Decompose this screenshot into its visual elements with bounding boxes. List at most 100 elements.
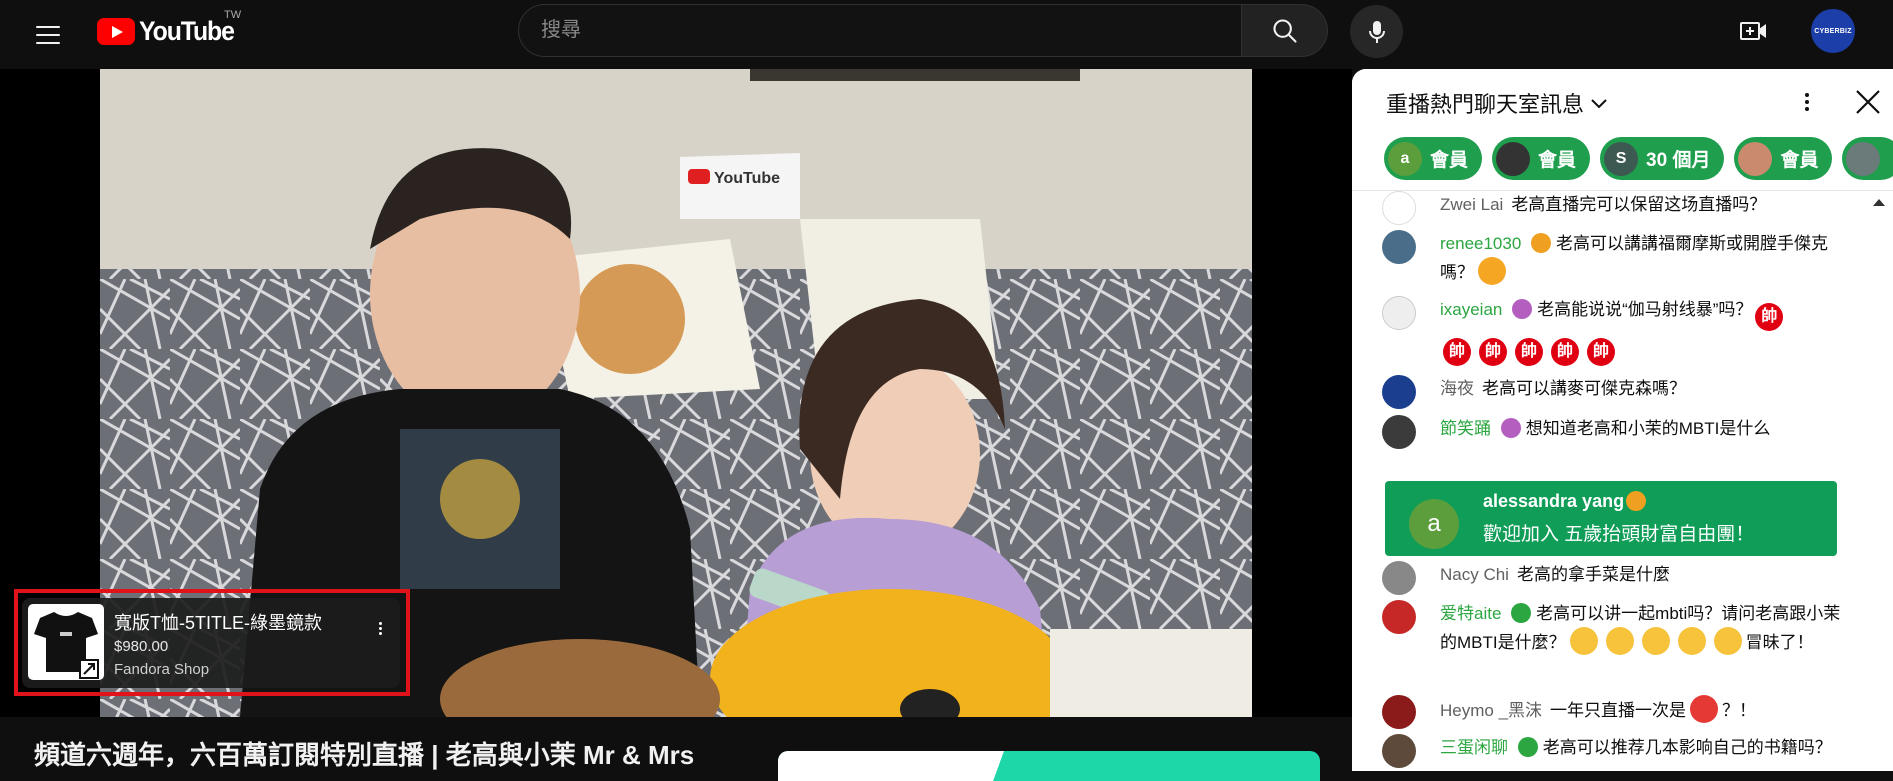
- masthead: YouTube TW CYBERBIZ: [0, 0, 1893, 69]
- join-author-name: alessandra yang: [1483, 491, 1625, 511]
- member-badge-icon: [1512, 299, 1533, 319]
- shuai-emoji-icon: 帥: [1515, 338, 1543, 366]
- avatar: [1382, 600, 1416, 634]
- youtube-play-icon: [97, 17, 135, 45]
- avatar: a: [1409, 499, 1459, 549]
- ticker-chip[interactable]: 會員: [1734, 137, 1833, 180]
- yawn-emoji-icon: [1569, 627, 1598, 655]
- shuai-emoji-icon: 帥: [1551, 338, 1579, 366]
- chat-message: renee1030 老高可以講講福爾摩斯或開膛手傑克嗎？: [1382, 230, 1852, 286]
- ticker-chip[interactable]: a 會員: [1384, 137, 1483, 180]
- ticker-chip[interactable]: 會員: [1492, 137, 1591, 180]
- chat-message: Zwei Lai 老高直播完可以保留这场直播吗？: [1382, 191, 1852, 225]
- author-name[interactable]: ixayeian: [1440, 300, 1502, 319]
- shuai-emoji-icon: 帥: [1587, 338, 1615, 366]
- author-name[interactable]: Zwei Lai: [1440, 195, 1503, 214]
- region-code: TW: [224, 9, 242, 21]
- author-name[interactable]: 三蛋闲聊: [1440, 738, 1508, 757]
- chip-avatar: S: [1604, 141, 1639, 176]
- product-price: $980.00: [114, 638, 169, 655]
- member-badge-icon: [1501, 418, 1521, 438]
- avatar: [1382, 561, 1416, 595]
- message-text: 想知道老高和小茉的MBTI是什么: [1525, 419, 1771, 438]
- avatar: [1382, 230, 1416, 264]
- chat-message-list[interactable]: Zwei Lai 老高直播完可以保留这场直播吗？ renee1030 老高可以講講…: [1352, 191, 1893, 771]
- pillow-logo-text: YouTube: [714, 170, 780, 187]
- chat-message: 爱特aite 老高可以讲一起mbti吗？请问老高跟小茉的MBTI是什麼？ 冒昧了！: [1382, 600, 1852, 656]
- product-thumbnail: [28, 604, 104, 680]
- avatar: [1382, 695, 1416, 729]
- author-name[interactable]: Heymo _黑沫: [1440, 701, 1542, 720]
- chip-avatar: a: [1388, 141, 1422, 176]
- author-name[interactable]: 爱特aite: [1440, 604, 1501, 623]
- author-name[interactable]: renee1030: [1440, 234, 1521, 253]
- live-chat-panel: 重播熱門聊天室訊息 a 會員 會員 S 30 個月 會員 Zwei Lai 老高…: [1352, 69, 1893, 771]
- chip-avatar: [1496, 141, 1531, 176]
- shuai-emoji-icon: 帥: [1755, 303, 1784, 331]
- avatar: [1382, 191, 1416, 225]
- chat-title: 重播熱門聊天室訊息: [1386, 92, 1585, 117]
- chip-label: 會員: [1538, 150, 1577, 171]
- product-title: 寬版T恤-5TITLE-綠墨鏡款: [114, 613, 323, 633]
- search-input[interactable]: [541, 5, 1221, 56]
- member-badge-icon: [1626, 491, 1647, 511]
- chip-avatar: [1846, 141, 1881, 176]
- ticker-chip[interactable]: [1842, 137, 1893, 180]
- chevron-down-icon: [1591, 99, 1607, 109]
- message-text: 冒昧了！: [1745, 633, 1814, 652]
- product-card[interactable]: 寬版T恤-5TITLE-綠墨鏡款 $980.00 Fandora Shop: [22, 598, 400, 688]
- message-text: 老高直播完可以保留这场直播吗？: [1511, 195, 1767, 214]
- avatar: [1382, 734, 1416, 768]
- yawn-emoji-icon: [1641, 627, 1670, 655]
- heart-emoji-icon: [1478, 257, 1506, 285]
- search-icon: [1272, 18, 1297, 43]
- ad-banner[interactable]: [778, 751, 1320, 781]
- shuai-emoji-icon: 帥: [1479, 338, 1507, 366]
- yawn-emoji-icon: [1605, 627, 1634, 655]
- ticker-chip[interactable]: S 30 個月: [1600, 137, 1725, 180]
- search-button[interactable]: [1242, 4, 1328, 57]
- chat-mode-dropdown[interactable]: 重播熱門聊天室訊息: [1386, 87, 1610, 119]
- chat-header: 重播熱門聊天室訊息 a 會員 會員 S 30 個月 會員: [1352, 69, 1893, 191]
- mic-icon: [1368, 20, 1385, 43]
- membership-join-card[interactable]: a alessandra yang 歡迎加入 五歲抬頭財富自由團！: [1385, 481, 1837, 556]
- chat-message: 節笑踊 想知道老高和小茉的MBTI是什么: [1382, 415, 1852, 449]
- product-more-icon[interactable]: [368, 616, 392, 640]
- join-message: 歡迎加入 五歲抬頭財富自由團！: [1483, 524, 1755, 545]
- account-avatar[interactable]: CYBERBIZ: [1811, 9, 1855, 53]
- message-text: ？！: [1722, 701, 1757, 720]
- scroll-up-icon[interactable]: [1873, 199, 1885, 206]
- member-badge-icon: [1518, 737, 1538, 757]
- yawn-emoji-icon: [1713, 627, 1742, 655]
- author-name[interactable]: 海夜: [1440, 379, 1474, 398]
- video-title: 頻道六週年，六百萬訂閱特別直播 | 老高與小茉 Mr & Mrs: [34, 740, 695, 770]
- chat-message: 三蛋闲聊 老高可以推荐几本影响自己的书籍吗？: [1382, 734, 1852, 768]
- chat-more-icon[interactable]: [1792, 87, 1822, 117]
- voice-search-button[interactable]: [1350, 5, 1403, 58]
- close-icon[interactable]: [1851, 85, 1885, 119]
- author-name[interactable]: 節笑踊: [1440, 419, 1491, 438]
- avatar: [1382, 296, 1416, 330]
- angry-emoji-icon: [1690, 695, 1719, 723]
- message-text: 老高可以講麥可傑克森嗎？: [1482, 379, 1686, 398]
- avatar: [1382, 375, 1416, 409]
- video-player[interactable]: YouTube 寬版T恤-5TITLE-綠墨鏡款 $980.00 Fandora…: [0, 69, 1352, 717]
- chip-avatar: [1738, 141, 1773, 176]
- tshirt-icon: [34, 612, 99, 679]
- menu-icon[interactable]: [26, 13, 70, 57]
- search-box: [518, 4, 1242, 57]
- create-video-icon: [1740, 22, 1766, 40]
- chip-label: 會員: [1780, 150, 1819, 171]
- message-text: 老高的拿手菜是什麼: [1516, 565, 1670, 584]
- avatar: [1382, 415, 1416, 449]
- create-button[interactable]: [1733, 10, 1775, 52]
- author-name[interactable]: Nacy Chi: [1440, 565, 1509, 584]
- below-player: 頻道六週年，六百萬訂閱特別直播 | 老高與小茉 Mr & Mrs: [0, 717, 1352, 781]
- member-badge-icon: [1531, 233, 1552, 253]
- yawn-emoji-icon: [1677, 627, 1706, 655]
- chat-message: Nacy Chi 老高的拿手菜是什麼: [1382, 561, 1852, 595]
- logo-text: YouTube: [139, 15, 235, 46]
- youtube-logo[interactable]: YouTube: [97, 15, 242, 47]
- message-text: 老高可以推荐几本影响自己的书籍吗？: [1542, 738, 1832, 757]
- product-shop: Fandora Shop: [114, 661, 210, 678]
